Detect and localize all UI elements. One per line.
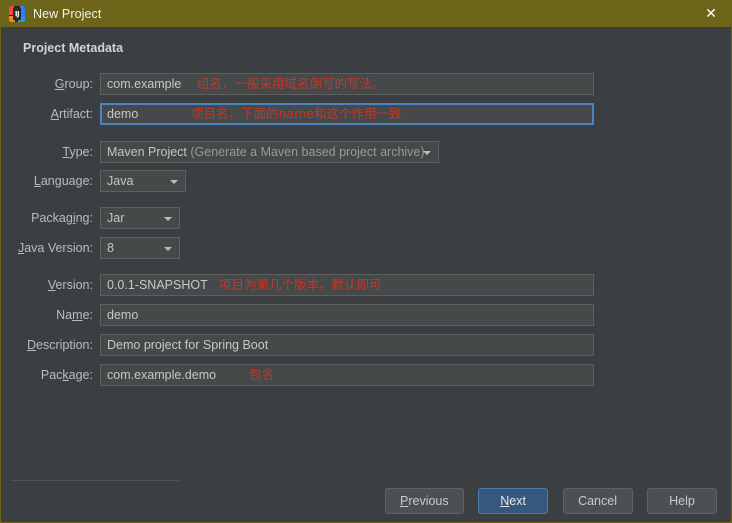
language-select[interactable]: Java (100, 170, 186, 192)
package-annotation: 包名 (249, 364, 274, 386)
field-row-group: Group: (1, 73, 93, 95)
version-label: Version: (48, 274, 93, 296)
java-version-select-value: 8 (107, 241, 114, 255)
packaging-label: Packaging: (31, 207, 93, 229)
field-row-language: Language: (1, 170, 93, 192)
next-button[interactable]: Next (478, 488, 548, 514)
name-input[interactable]: demo (100, 304, 594, 326)
name-label: Name: (56, 304, 93, 326)
new-project-dialog: IJ New Project ✕ Project Metadata Group:… (0, 0, 732, 523)
chevron-down-icon (170, 180, 178, 184)
dialog-content: Project Metadata Group: com.example 组名，一… (1, 27, 731, 521)
field-row-package: Package: (1, 364, 93, 386)
field-row-type: Type: (1, 141, 93, 163)
dialog-button-bar: Previous Next Cancel Help (375, 488, 717, 514)
cancel-button[interactable]: Cancel (563, 488, 633, 514)
chevron-down-icon (423, 151, 431, 155)
type-select[interactable]: Maven Project (Generate a Maven based pr… (100, 141, 439, 163)
package-input[interactable]: com.example.demo (100, 364, 594, 386)
app-icon-label: IJ (13, 8, 21, 20)
language-select-value: Java (107, 174, 133, 188)
artifact-annotation: 项目名，下面的name和这个作用一致 (191, 103, 401, 125)
close-icon[interactable]: ✕ (689, 0, 732, 27)
title-bar: IJ New Project ✕ (1, 0, 732, 27)
field-row-java-version: Java Version: (1, 237, 93, 259)
version-annotation: 项目为第几个版本，默认即可 (219, 274, 382, 296)
previous-button[interactable]: Previous (385, 488, 464, 514)
package-label: Package: (41, 364, 93, 386)
intellij-idea-icon: IJ (9, 6, 25, 22)
type-select-value: Maven Project (107, 145, 187, 159)
java-version-select[interactable]: 8 (100, 237, 180, 259)
field-row-packaging: Packaging: (1, 207, 93, 229)
field-row-artifact: Artifact: (1, 103, 93, 125)
field-row-name: Name: (1, 304, 93, 326)
chevron-down-icon (164, 247, 172, 251)
group-label: Group: (55, 73, 93, 95)
packaging-select[interactable]: Jar (100, 207, 180, 229)
description-label: Description: (27, 334, 93, 356)
type-select-description: (Generate a Maven based project archive) (190, 145, 424, 159)
artifact-label: Artifact: (51, 103, 93, 125)
language-label: Language: (34, 170, 93, 192)
field-row-description: Description: (1, 334, 93, 356)
packaging-select-value: Jar (107, 211, 124, 225)
java-version-label: Java Version: (18, 237, 93, 259)
page-title: Project Metadata (23, 41, 123, 55)
description-input[interactable]: Demo project for Spring Boot (100, 334, 594, 356)
divider (11, 480, 179, 481)
type-label: Type: (62, 141, 93, 163)
field-row-version: Version: (1, 274, 93, 296)
window-title: New Project (33, 7, 101, 21)
help-button[interactable]: Help (647, 488, 717, 514)
group-annotation: 组名，一般采用域名倒写的写法。 (197, 73, 385, 95)
chevron-down-icon (164, 217, 172, 221)
